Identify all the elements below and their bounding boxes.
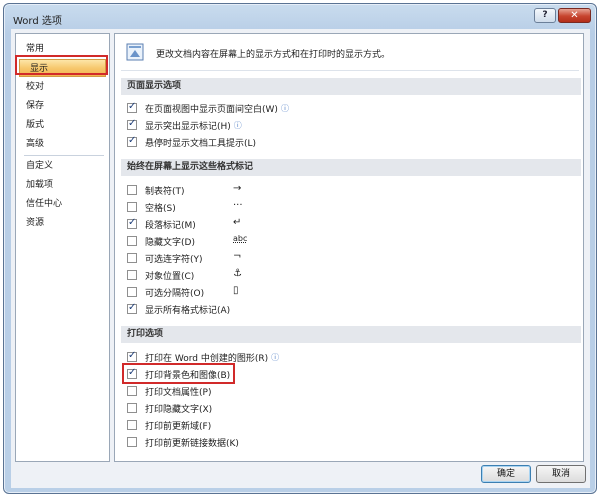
sidebar-highlight-box xyxy=(15,55,108,75)
option-show-tooltips[interactable]: 悬停时显示文档工具提示(L) xyxy=(127,135,256,149)
sidebar-item-typography[interactable]: 版式 xyxy=(16,116,109,134)
sidebar-item-customize[interactable]: 自定义 xyxy=(16,157,109,175)
option-label: 空格(S) xyxy=(145,203,176,214)
option-label: 隐藏文字(D) xyxy=(145,237,195,248)
checkbox[interactable] xyxy=(127,217,137,229)
checkbox[interactable] xyxy=(127,236,137,246)
close-button[interactable]: ✕ xyxy=(558,8,591,23)
tab-mark-icon: → xyxy=(233,183,242,194)
cancel-button[interactable]: 取消 xyxy=(536,465,586,483)
info-icon: ⓘ xyxy=(233,120,242,130)
checkbox[interactable] xyxy=(127,403,137,413)
checkbox[interactable] xyxy=(127,270,137,280)
option-paragraph-marks[interactable]: 段落标记(M) xyxy=(127,217,196,231)
section-page-display: 页面显示选项 xyxy=(121,78,581,95)
panel-description: 更改文档内容在屏幕上的显示方式和在打印时的显示方式。 xyxy=(156,50,391,60)
checkbox[interactable] xyxy=(127,302,137,314)
display-settings-icon xyxy=(126,43,144,61)
option-show-all-marks[interactable]: 显示所有格式标记(A) xyxy=(127,302,230,316)
option-show-whitespace[interactable]: 在页面视图中显示页面间空白(W) ⓘ xyxy=(127,101,289,115)
ok-button[interactable]: 确定 xyxy=(481,465,531,483)
option-label: 可选分隔符(O) xyxy=(145,288,205,299)
option-label: 对象位置(C) xyxy=(145,271,195,282)
option-label: 制表符(T) xyxy=(145,186,185,197)
header-divider xyxy=(121,70,579,71)
option-label: 打印在 Word 中创建的图形(R) xyxy=(145,353,269,364)
optional-break-icon: ▯ xyxy=(233,285,239,296)
sidebar-divider xyxy=(24,155,104,156)
option-label: 在页面视图中显示页面间空白(W) xyxy=(145,104,278,115)
option-show-highlighter[interactable]: 显示突出显示标记(H) ⓘ xyxy=(127,118,242,132)
dialog-client-area: 常用 显示 校对 保存 版式 高级 自定义 加载项 信任中心 资源 更改文档内容… xyxy=(11,29,590,488)
checkbox[interactable] xyxy=(127,437,137,447)
checkbox[interactable] xyxy=(127,253,137,263)
option-label: 可选连字符(Y) xyxy=(145,254,203,265)
checkbox[interactable] xyxy=(127,118,137,130)
help-button[interactable]: ? xyxy=(534,8,556,23)
checkbox[interactable] xyxy=(127,287,137,297)
option-hidden-text[interactable]: 隐藏文字(D) xyxy=(127,234,195,248)
sidebar-item-trust-center[interactable]: 信任中心 xyxy=(16,195,109,213)
print-background-highlight-box xyxy=(122,363,235,384)
option-label: 打印文档属性(P) xyxy=(145,387,212,398)
checkbox[interactable] xyxy=(127,185,137,195)
sidebar-item-advanced[interactable]: 高级 xyxy=(16,135,109,153)
option-update-links[interactable]: 打印前更新链接数据(K) xyxy=(127,435,239,449)
option-print-drawings[interactable]: 打印在 Word 中创建的图形(R) ⓘ xyxy=(127,350,279,364)
sidebar-item-addins[interactable]: 加载项 xyxy=(16,176,109,194)
option-label: 打印前更新域(F) xyxy=(145,421,212,432)
option-object-anchors[interactable]: 对象位置(C) xyxy=(127,268,194,282)
checkbox[interactable] xyxy=(127,350,137,362)
display-options-panel: 更改文档内容在屏幕上的显示方式和在打印时的显示方式。 页面显示选项 在页面视图中… xyxy=(114,33,584,462)
word-options-dialog: Word 选项 ? ✕ 常用 显示 校对 保存 版式 高级 自定义 加载项 信任… xyxy=(3,3,597,494)
info-icon: ⓘ xyxy=(280,103,289,113)
option-spaces[interactable]: 空格(S) xyxy=(127,200,176,214)
sidebar-item-resources[interactable]: 资源 xyxy=(16,214,109,232)
option-label: 悬停时显示文档工具提示(L) xyxy=(145,138,257,149)
checkbox[interactable] xyxy=(127,135,137,147)
paragraph-mark-icon: ↵ xyxy=(233,217,242,228)
option-optional-breaks[interactable]: 可选分隔符(O) xyxy=(127,285,204,299)
dialog-title: Word 选项 xyxy=(13,16,62,27)
hidden-text-mark-icon: abc xyxy=(233,234,248,243)
option-update-fields[interactable]: 打印前更新域(F) xyxy=(127,418,211,432)
info-icon: ⓘ xyxy=(271,352,280,362)
option-label: 打印隐藏文字(X) xyxy=(145,404,213,415)
hyphen-mark-icon: ¬ xyxy=(233,251,242,262)
option-label: 打印前更新链接数据(K) xyxy=(145,438,239,449)
sidebar-item-proofing[interactable]: 校对 xyxy=(16,78,109,96)
option-print-hidden-text[interactable]: 打印隐藏文字(X) xyxy=(127,401,212,415)
option-optional-hyphens[interactable]: 可选连字符(Y) xyxy=(127,251,203,265)
checkbox[interactable] xyxy=(127,202,137,212)
option-print-properties[interactable]: 打印文档属性(P) xyxy=(127,384,211,398)
title-bar: Word 选项 ? ✕ xyxy=(4,4,596,32)
space-mark-icon: ··· xyxy=(233,200,243,211)
sidebar-item-save[interactable]: 保存 xyxy=(16,97,109,115)
checkbox[interactable] xyxy=(127,386,137,396)
category-sidebar: 常用 显示 校对 保存 版式 高级 自定义 加载项 信任中心 资源 xyxy=(15,33,110,462)
option-label: 段落标记(M) xyxy=(145,220,196,231)
anchor-icon: ⚓ xyxy=(233,268,242,279)
section-format-marks: 始终在屏幕上显示这些格式标记 xyxy=(121,159,581,176)
option-label: 显示所有格式标记(A) xyxy=(145,305,231,316)
checkbox[interactable] xyxy=(127,420,137,430)
checkbox[interactable] xyxy=(127,101,137,113)
section-print-options: 打印选项 xyxy=(121,326,581,343)
option-label: 显示突出显示标记(H) xyxy=(145,121,231,132)
option-tab-characters[interactable]: 制表符(T) xyxy=(127,183,185,197)
